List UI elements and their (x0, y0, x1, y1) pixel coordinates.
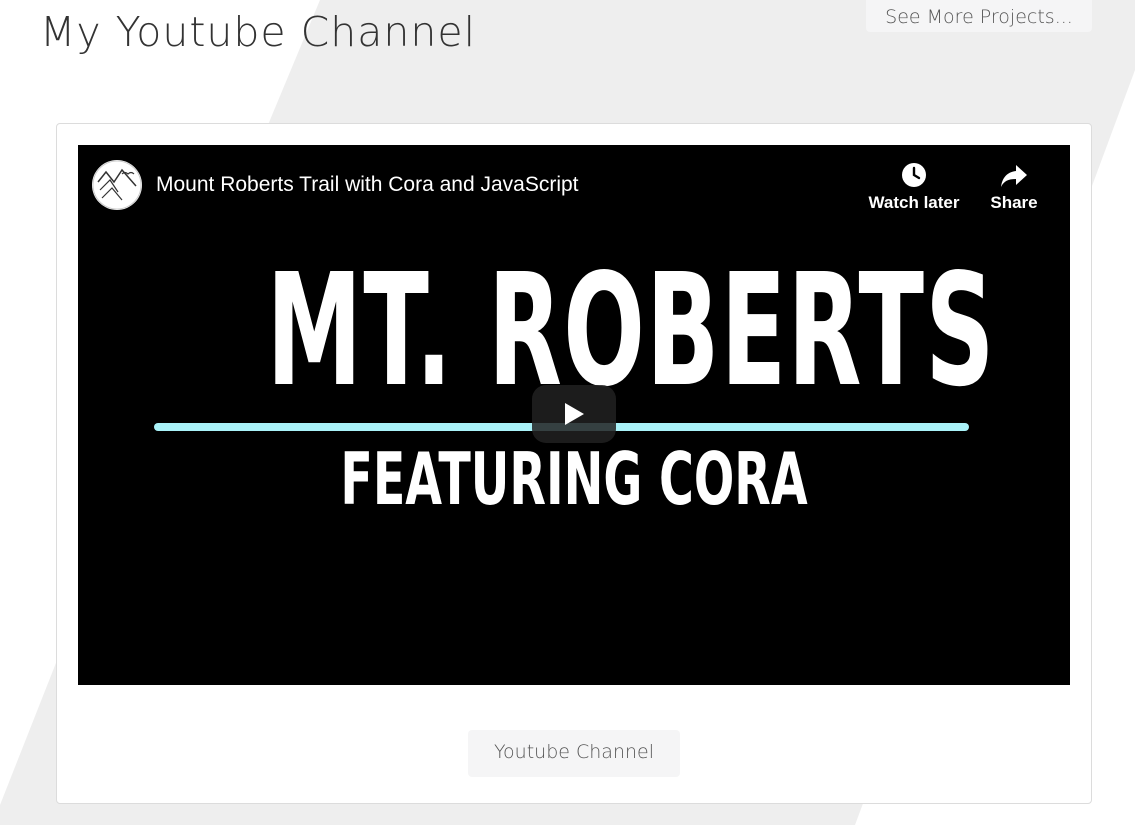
thumbnail-subtitle-line: FEATURING CORA (340, 437, 808, 521)
clock-icon (902, 163, 926, 187)
play-icon (565, 403, 584, 425)
youtube-channel-button[interactable]: Youtube Channel (468, 730, 680, 777)
see-more-projects-button[interactable]: See More Projects... (866, 0, 1092, 32)
watch-later-label: Watch later (868, 193, 960, 212)
youtube-player[interactable]: Mount Roberts Trail with Cora and JavaSc… (78, 145, 1070, 685)
play-button[interactable] (532, 385, 616, 443)
share-label: Share (990, 193, 1038, 212)
share-arrow-icon (1001, 165, 1027, 187)
channel-avatar[interactable] (92, 160, 142, 210)
watch-later-button[interactable]: Watch later (868, 161, 960, 213)
video-title[interactable]: Mount Roberts Trail with Cora and JavaSc… (156, 173, 579, 197)
page-title: My Youtube Channel (40, 8, 477, 56)
video-card: Mount Roberts Trail with Cora and JavaSc… (56, 123, 1092, 804)
share-button[interactable]: Share (984, 161, 1044, 213)
